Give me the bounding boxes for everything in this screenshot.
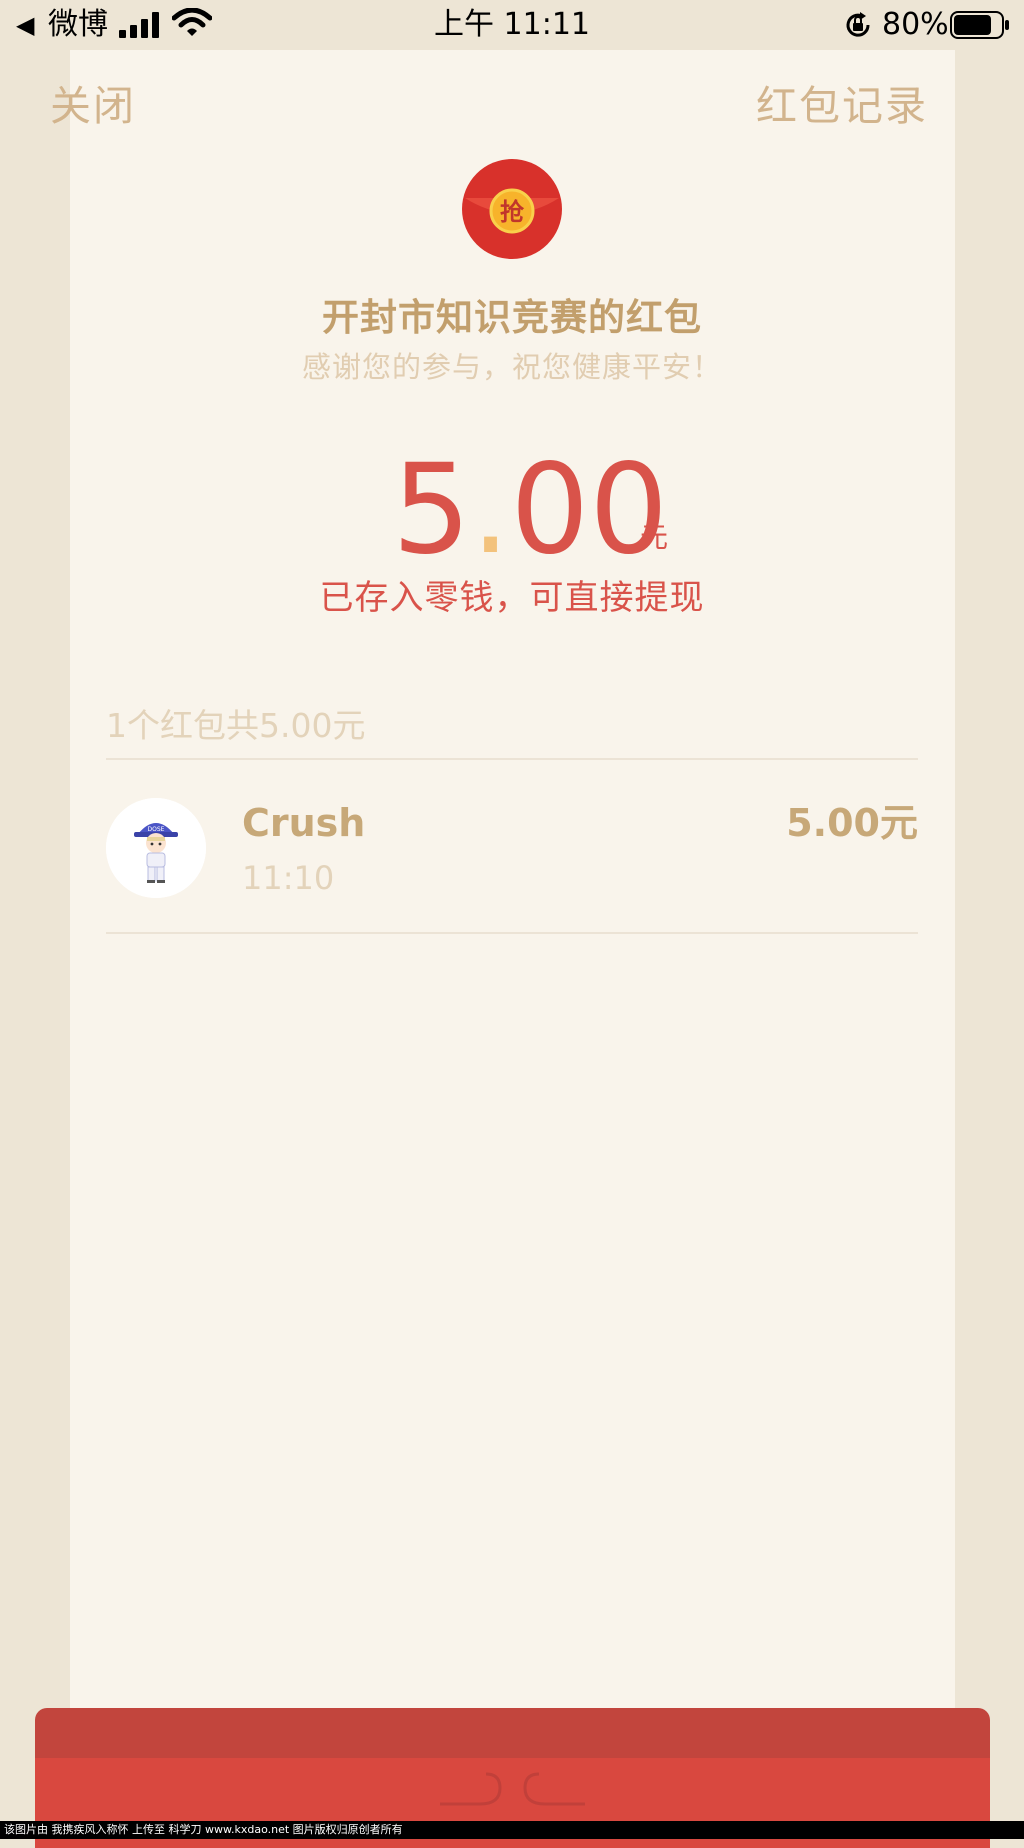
avatar-character-icon: DOSE: [106, 798, 206, 898]
watermark-text: 该图片由 我携疾风入称怀 上传至 科学刀 www.kxdao.net 图片版权归…: [0, 1821, 1024, 1839]
divider: [106, 932, 918, 934]
recipient-amount: 5.00元: [786, 801, 918, 845]
stored-to-wallet-note[interactable]: 已存入零钱，可直接提现: [212, 575, 812, 621]
red-envelope-logo-icon: 抢: [462, 159, 562, 259]
sender-title: 开封市知识竞赛的红包: [322, 296, 702, 339]
logo-glyph: 抢: [500, 198, 525, 226]
status-bar: ◀ 微博 上午 11:11 80%: [0, 0, 1024, 50]
recipient-time: 11:10: [242, 859, 335, 897]
amount-unit: 元: [640, 521, 669, 554]
greeting-message: 感谢您的参与，祝您健康平安！: [301, 350, 722, 384]
svg-text:DOSE: DOSE: [148, 826, 165, 833]
close-button[interactable]: 关闭: [50, 82, 136, 130]
received-amount: 5.00: [392, 445, 668, 575]
battery-percent: 80%: [882, 7, 949, 42]
amount-dot: .: [470, 438, 511, 582]
orientation-lock-icon: [846, 12, 870, 37]
avatar[interactable]: DOSE: [106, 798, 206, 898]
recipient-name: Crush: [242, 801, 366, 845]
wifi-icon: [172, 8, 212, 36]
back-arrow-icon[interactable]: ◀: [16, 10, 34, 40]
list-item[interactable]: DOSE Crush 11:10 5.00元: [106, 760, 918, 932]
battery-icon: [950, 11, 1009, 39]
packet-summary: 1个红包共5.00元: [106, 706, 366, 745]
amount-decimal: 00: [510, 438, 669, 582]
red-packet-records-button[interactable]: 红包记录: [756, 82, 928, 130]
status-time: 上午 11:11: [434, 7, 590, 42]
back-app-label[interactable]: 微博: [48, 6, 108, 44]
signal-icon: [119, 12, 159, 38]
envelope-swirl-icon: [440, 1772, 585, 1806]
amount-integer: 5: [392, 438, 471, 582]
